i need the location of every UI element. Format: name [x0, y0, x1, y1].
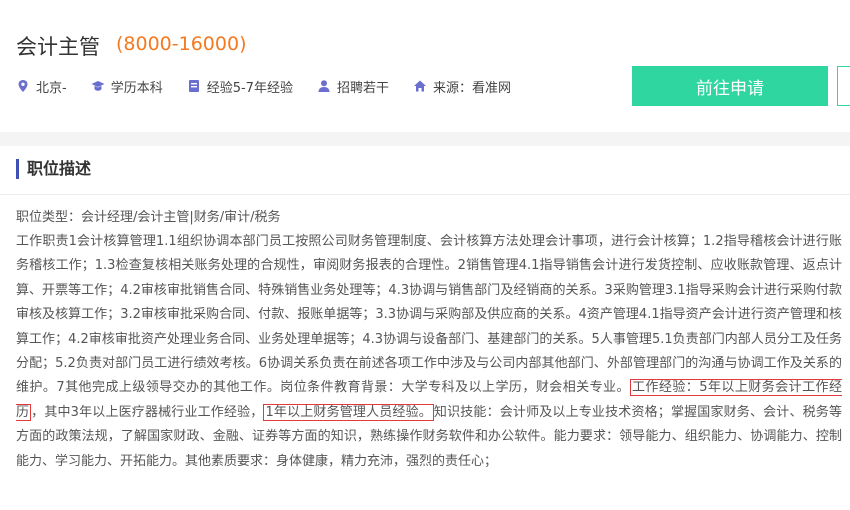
- secondary-action-button[interactable]: [837, 66, 850, 106]
- job-description: 工作职责1会计核算管理1.1组织协调本部门员工按照公司财务管理制度、会计核算方法…: [16, 230, 842, 474]
- job-meta-row: 北京- 学历本科 经验5-7年经验 招聘若干 来源：看准网: [16, 76, 535, 96]
- meta-education: 学历本科: [91, 77, 163, 96]
- meta-headcount: 招聘若干: [317, 77, 389, 96]
- home-icon: [413, 79, 427, 93]
- salary-range: (8000-16000): [116, 33, 247, 55]
- meta-source: 来源：看准网: [413, 77, 511, 96]
- map-pin-icon: [16, 79, 30, 93]
- meta-location-text: 北京-: [36, 80, 67, 96]
- job-title: 会计主管: [16, 35, 100, 59]
- highlight-management: 1年以上财务管理人员经验。: [263, 403, 434, 421]
- description-text-2: ，其中3年以上医疗器械行业工作经验，: [31, 404, 264, 420]
- section-rule: [0, 194, 850, 195]
- section-divider: [0, 132, 850, 146]
- job-type-line: 职位类型：会计经理/会计主管|财务/审计/税务: [16, 210, 281, 225]
- person-icon: [317, 79, 331, 93]
- meta-experience: 经验5-7年经验: [187, 77, 293, 96]
- section-title: 职位描述: [16, 159, 91, 179]
- description-text-1: 工作职责1会计核算管理1.1组织协调本部门员工按照公司财务管理制度、会计核算方法…: [16, 234, 842, 396]
- meta-headcount-text: 招聘若干: [336, 80, 389, 96]
- job-header: 会计主管 (8000-16000) 北京- 学历本科 经验5-7年经验 招聘若干: [0, 0, 850, 132]
- meta-source-text: 来源：看准网: [432, 80, 511, 96]
- meta-education-text: 学历本科: [110, 80, 163, 96]
- document-icon: [187, 79, 201, 93]
- graduation-cap-icon: [91, 79, 105, 93]
- meta-location: 北京-: [16, 77, 67, 96]
- apply-button[interactable]: 前往申请: [632, 66, 828, 106]
- meta-experience-text: 经验5-7年经验: [206, 80, 293, 96]
